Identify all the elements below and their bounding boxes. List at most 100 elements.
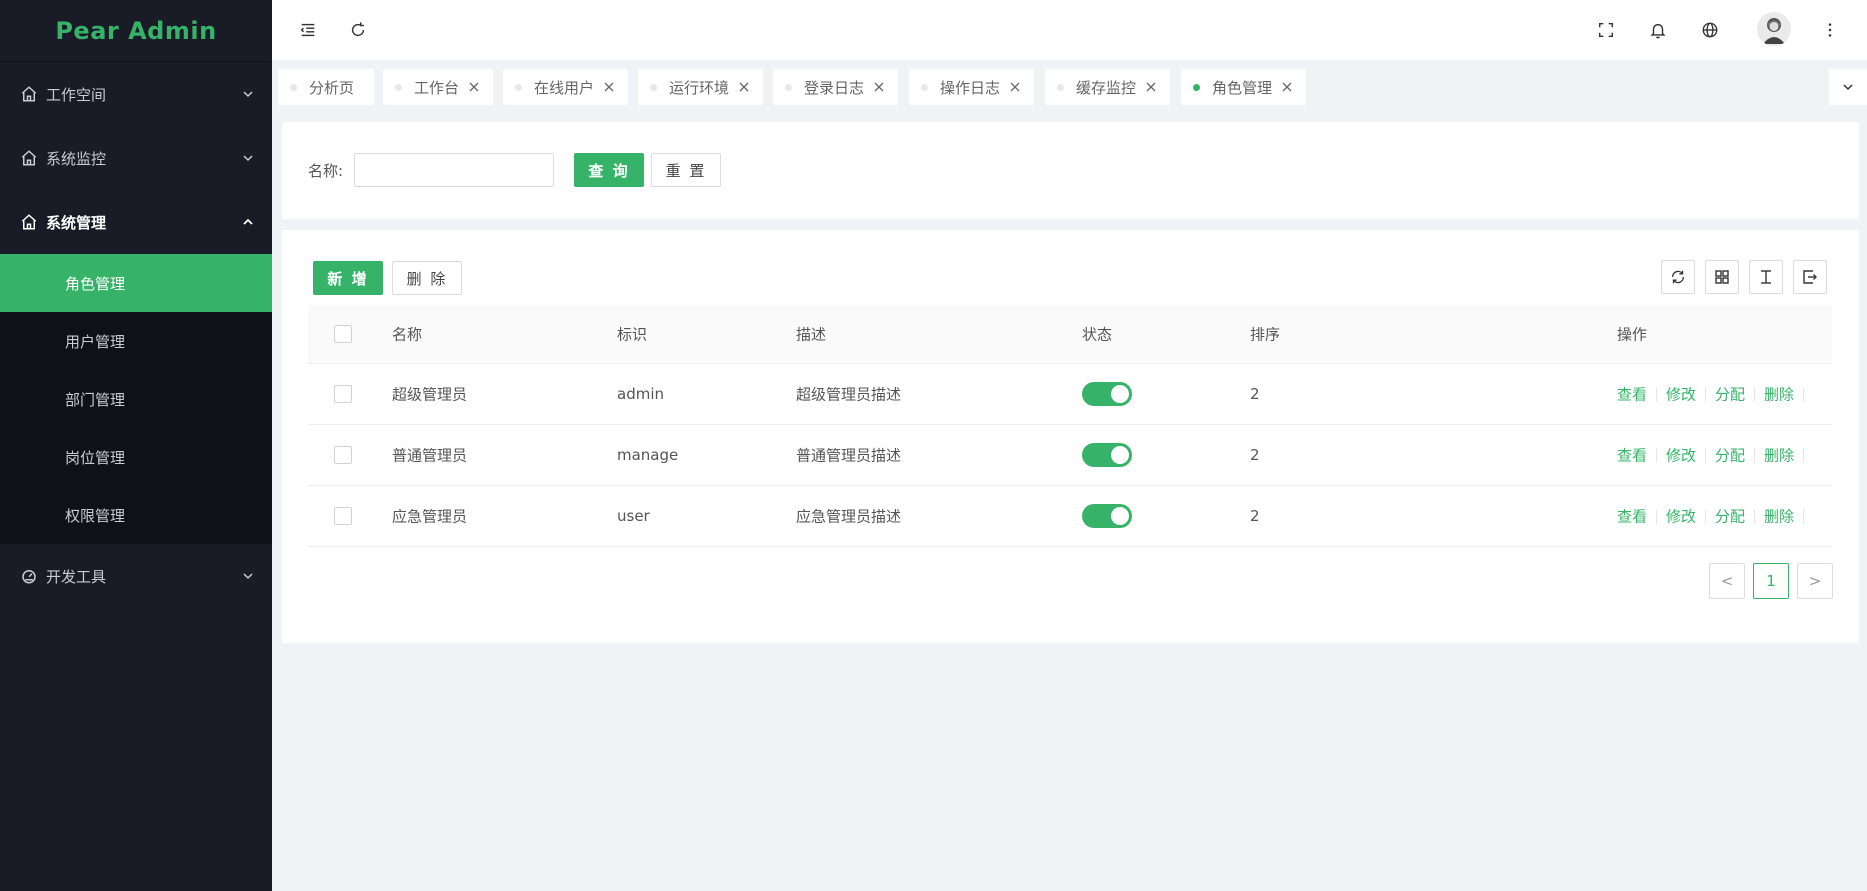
delete-roles-button[interactable]: 删 除	[392, 261, 462, 295]
tabs-dropdown-button[interactable]	[1829, 69, 1867, 105]
close-icon[interactable]	[604, 82, 614, 92]
assign-link[interactable]: 分配	[1715, 445, 1745, 466]
tab-label: 角色管理	[1212, 78, 1273, 97]
tab-runtime-env[interactable]: 运行环境	[638, 69, 763, 105]
chevron-down-icon	[242, 88, 254, 100]
view-link[interactable]: 查看	[1617, 506, 1647, 527]
role-code: user	[617, 507, 650, 525]
assign-link[interactable]: 分配	[1715, 506, 1745, 527]
delete-link[interactable]: 删除	[1764, 445, 1794, 466]
sidebar-group-devtools[interactable]: 开发工具	[0, 544, 272, 608]
home-icon	[20, 213, 38, 231]
reset-button[interactable]: 重 置	[651, 153, 721, 187]
view-link[interactable]: 查看	[1617, 384, 1647, 405]
status-toggle[interactable]	[1082, 504, 1132, 528]
close-icon[interactable]	[1282, 82, 1292, 92]
search-name-input[interactable]	[354, 153, 554, 187]
tab-label: 在线用户	[534, 78, 595, 97]
tab-workbench[interactable]: 工作台	[383, 69, 493, 105]
pagination-prev-button[interactable]: <	[1709, 563, 1745, 599]
row-checkbox[interactable]	[334, 507, 352, 525]
query-button[interactable]: 查 询	[574, 153, 644, 187]
top-header	[272, 0, 1867, 60]
search-panel: 名称: 查 询 重 置	[282, 122, 1859, 219]
table-refresh-button[interactable]	[1661, 260, 1695, 294]
close-icon[interactable]	[1146, 82, 1156, 92]
table-export-button[interactable]	[1793, 260, 1827, 294]
divider	[1803, 509, 1805, 523]
role-code: admin	[617, 385, 664, 403]
delete-link[interactable]: 删除	[1764, 506, 1794, 527]
table-header-row: 名称 标识 描述 状态 排序 操作	[308, 305, 1832, 364]
search-name-label: 名称:	[308, 162, 344, 180]
sidebar-item-roles[interactable]: 角色管理	[0, 254, 272, 312]
role-table-panel: 新 增 删 除 名称 标识 描述 状态 排序 操作 超级管理员 admin 超级…	[282, 230, 1859, 643]
row-checkbox[interactable]	[334, 446, 352, 464]
divider	[1754, 448, 1756, 462]
edit-link[interactable]: 修改	[1666, 506, 1696, 527]
sidebar-item-departments[interactable]: 部门管理	[0, 370, 272, 428]
tab-role-management[interactable]: 角色管理	[1181, 69, 1306, 105]
tab-cache-monitor[interactable]: 缓存监控	[1045, 69, 1170, 105]
sidebar-item-users[interactable]: 用户管理	[0, 312, 272, 370]
tab-label: 分析页	[309, 78, 355, 97]
globe-icon	[1701, 21, 1719, 39]
sidebar-group-workspace[interactable]: 工作空间	[0, 62, 272, 126]
tab-online-users[interactable]: 在线用户	[503, 69, 628, 105]
status-toggle[interactable]	[1082, 443, 1132, 467]
assign-link[interactable]: 分配	[1715, 384, 1745, 405]
tab-operation-log[interactable]: 操作日志	[909, 69, 1034, 105]
language-button[interactable]	[1696, 16, 1724, 44]
sidebar-group-label: 系统监控	[46, 149, 107, 168]
sidebar-item-positions[interactable]: 岗位管理	[0, 428, 272, 486]
pagination-page-1[interactable]: 1	[1753, 563, 1789, 599]
close-icon[interactable]	[1010, 82, 1020, 92]
col-header-sort: 排序	[1250, 325, 1281, 344]
notifications-button[interactable]	[1644, 16, 1672, 44]
divider	[1656, 509, 1658, 523]
close-icon[interactable]	[469, 82, 479, 92]
view-link[interactable]: 查看	[1617, 445, 1647, 466]
sidebar-item-permissions[interactable]: 权限管理	[0, 486, 272, 544]
app-logo[interactable]: Pear Admin	[0, 0, 272, 62]
sidebar-group-system[interactable]: 系统管理	[0, 190, 272, 254]
role-desc: 普通管理员描述	[796, 446, 902, 465]
chevron-down-icon	[242, 152, 254, 164]
divider	[1754, 387, 1756, 401]
home-icon	[20, 149, 38, 167]
tab-analysis[interactable]: 分析页	[278, 69, 374, 105]
sidebar-group-monitor[interactable]: 系统监控	[0, 126, 272, 190]
close-icon[interactable]	[874, 82, 884, 92]
menu-fold-icon	[299, 21, 317, 39]
refresh-button[interactable]	[344, 16, 372, 44]
table-columns-button[interactable]	[1705, 260, 1739, 294]
tab-label: 运行环境	[669, 78, 730, 97]
select-all-checkbox[interactable]	[334, 325, 352, 343]
table-row: 普通管理员 manage 普通管理员描述 2 查看 修改 分配 删除	[308, 425, 1832, 486]
table-print-button[interactable]	[1749, 260, 1783, 294]
status-toggle[interactable]	[1082, 382, 1132, 406]
sidebar-group-label: 系统管理	[46, 213, 107, 232]
tab-login-log[interactable]: 登录日志	[773, 69, 898, 105]
fullscreen-button[interactable]	[1592, 16, 1620, 44]
pagination-next-button[interactable]: >	[1797, 563, 1833, 599]
divider	[1803, 387, 1805, 401]
tab-label: 缓存监控	[1076, 78, 1137, 97]
divider	[1754, 509, 1756, 523]
add-role-button[interactable]: 新 增	[313, 261, 383, 295]
menu-collapse-button[interactable]	[294, 16, 322, 44]
delete-link[interactable]: 删除	[1764, 384, 1794, 405]
row-checkbox[interactable]	[334, 385, 352, 403]
role-desc: 应急管理员描述	[796, 507, 902, 526]
more-options-button[interactable]	[1816, 16, 1844, 44]
user-avatar[interactable]	[1757, 12, 1791, 46]
row-actions: 查看 修改 分配 删除	[1617, 445, 1813, 466]
close-icon[interactable]	[739, 82, 749, 92]
row-actions: 查看 修改 分配 删除	[1617, 506, 1813, 527]
edit-link[interactable]: 修改	[1666, 445, 1696, 466]
tab-label: 登录日志	[804, 78, 865, 97]
role-table: 名称 标识 描述 状态 排序 操作 超级管理员 admin 超级管理员描述 2 …	[308, 305, 1832, 547]
chevron-up-icon	[242, 216, 254, 228]
edit-link[interactable]: 修改	[1666, 384, 1696, 405]
col-header-ops: 操作	[1617, 325, 1648, 344]
